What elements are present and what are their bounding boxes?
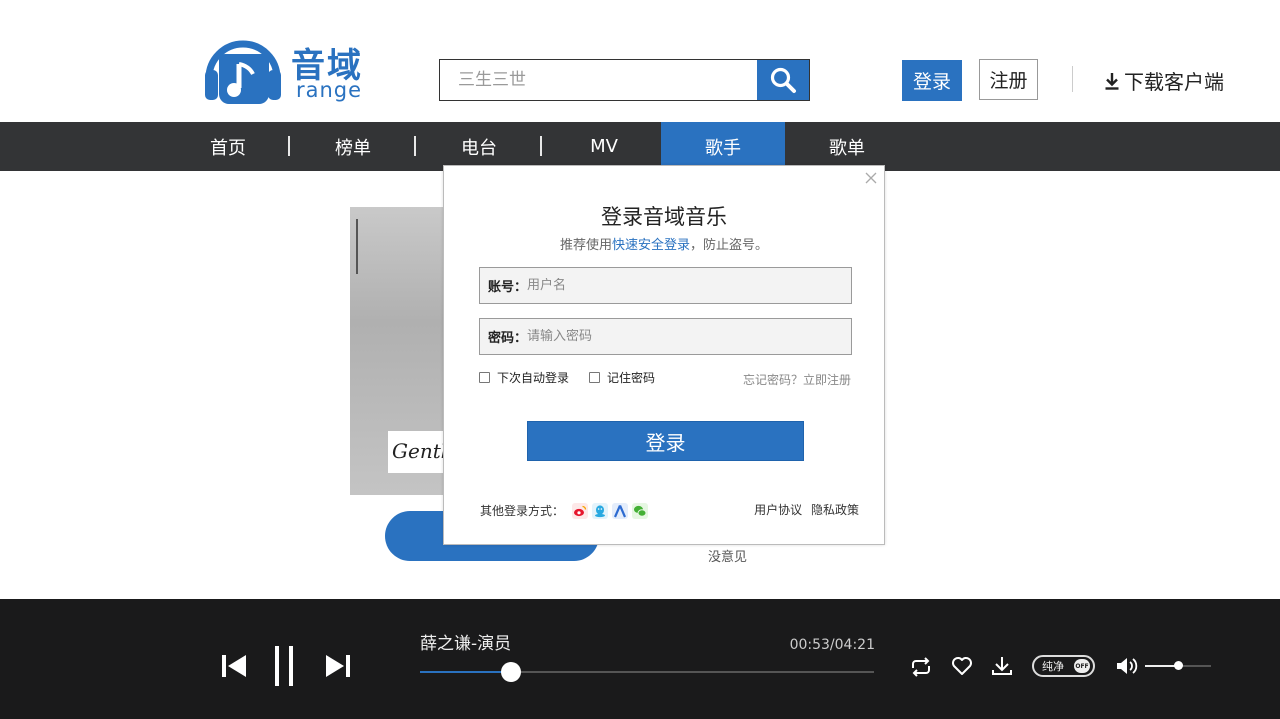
nav-item-radio[interactable]: 电台 — [416, 122, 542, 171]
favorite-button[interactable] — [949, 654, 975, 678]
volume-slider[interactable] — [1145, 661, 1211, 670]
search-icon — [770, 67, 796, 93]
playback-time: 00:53/04:21 — [789, 637, 875, 653]
other-login-label: 其他登录方式： — [480, 504, 565, 518]
download-client-link[interactable]: 下载客户端 — [1104, 66, 1224, 95]
headphone-note-logo-icon — [205, 40, 281, 104]
speaker-icon — [1117, 658, 1138, 674]
header-divider — [1072, 66, 1073, 92]
logo[interactable]: 音域 range — [203, 30, 373, 110]
auto-login-option[interactable]: 下次自动登录 — [479, 369, 569, 386]
modal-subtitle-suffix: ，防止盗号。 — [690, 238, 769, 253]
repeat-icon — [912, 657, 930, 677]
logo-subtitle: range — [296, 78, 363, 102]
remember-password-label: 记住密码 — [607, 371, 656, 385]
password-input[interactable] — [527, 329, 851, 344]
nav-item-home[interactable]: 首页 — [166, 122, 290, 171]
login-modal: 登录音域音乐 推荐使用快速安全登录，防止盗号。 账号： 密码： 下次自动登录 记… — [443, 165, 885, 545]
download-client-label: 下载客户端 — [1124, 70, 1224, 94]
remember-password-option[interactable]: 记住密码 — [589, 369, 655, 386]
weibo-icon[interactable] — [572, 502, 589, 519]
nav-item-mv[interactable]: MV — [542, 122, 666, 171]
password-label: 密码： — [488, 331, 528, 346]
register-button[interactable]: 注册 — [979, 59, 1038, 100]
album-cover-decoration — [356, 219, 358, 274]
download-icon — [1105, 72, 1119, 90]
pure-mode-toggle[interactable]: 纯净 OFF — [1032, 655, 1095, 677]
wechat-icon[interactable] — [632, 502, 649, 519]
main-nav: 首页 榜单 电台 MV 歌手 歌单 — [0, 122, 1280, 171]
song-title-text: 没意见 — [708, 550, 748, 565]
repeat-button[interactable] — [907, 654, 935, 680]
modal-title: 登录音域音乐 — [601, 205, 727, 229]
now-playing-title: 薛之谦-演员 — [420, 634, 512, 654]
nav-item-charts[interactable]: 榜单 — [290, 122, 416, 171]
search-input[interactable] — [440, 60, 757, 100]
forgot-password-link[interactable]: 忘记密码？立即注册 — [743, 371, 851, 388]
page: 音域 range 登录 注册 下载客户端 首页 榜单 电台 MV 歌手 歌单 — [0, 0, 1280, 719]
heart-icon — [952, 657, 972, 675]
search-button[interactable] — [757, 60, 809, 100]
download-song-button[interactable] — [989, 653, 1015, 679]
previous-button[interactable] — [218, 649, 250, 683]
quick-secure-login-link[interactable]: 快速安全登录 — [612, 238, 690, 253]
account-input[interactable] — [527, 278, 851, 293]
pause-button[interactable] — [268, 643, 300, 689]
volume-knob[interactable] — [1174, 661, 1183, 670]
pause-icon — [275, 646, 293, 686]
progress-knob[interactable] — [500, 662, 521, 682]
account-label: 账号： — [488, 280, 528, 295]
password-field: 密码： — [479, 318, 852, 355]
nav-item-singers[interactable]: 歌手 — [661, 122, 785, 171]
renren-icon[interactable] — [612, 502, 629, 519]
submit-login-button[interactable]: 登录 — [527, 421, 804, 461]
progress-fill — [420, 671, 511, 673]
previous-icon — [222, 655, 246, 677]
modal-subtitle: 推荐使用快速安全登录，防止盗号。 — [444, 234, 884, 253]
search-bar — [439, 59, 810, 101]
auto-login-checkbox[interactable] — [479, 372, 490, 383]
next-icon — [326, 655, 350, 677]
pure-mode-label: 纯净 — [1042, 660, 1064, 673]
progress-bar[interactable] — [420, 662, 874, 682]
privacy-policy-link[interactable]: 隐私政策 — [811, 503, 859, 517]
modal-subtitle-prefix: 推荐使用 — [559, 238, 612, 253]
music-player-bar: 薛之谦-演员 00:53/04:21 纯净 OFF — [0, 599, 1280, 719]
other-login-methods: 其他登录方式： — [480, 502, 649, 519]
download-icon — [992, 657, 1012, 675]
album-cover[interactable]: Gentle — [350, 207, 450, 495]
policy-links: 用户协议 隐私政策 — [749, 501, 859, 518]
auto-login-label: 下次自动登录 — [497, 371, 570, 385]
login-button[interactable]: 登录 — [902, 60, 962, 101]
next-button[interactable] — [322, 649, 354, 683]
user-agreement-link[interactable]: 用户协议 — [754, 503, 802, 517]
close-icon[interactable] — [864, 171, 878, 185]
remember-password-checkbox[interactable] — [589, 372, 600, 383]
album-cover-label: Gentle — [388, 431, 450, 473]
volume-button[interactable] — [1114, 654, 1140, 678]
pure-mode-state: OFF — [1074, 659, 1090, 673]
account-field: 账号： — [479, 267, 852, 304]
qq-icon[interactable] — [592, 502, 609, 519]
nav-item-playlists[interactable]: 歌单 — [785, 122, 909, 171]
